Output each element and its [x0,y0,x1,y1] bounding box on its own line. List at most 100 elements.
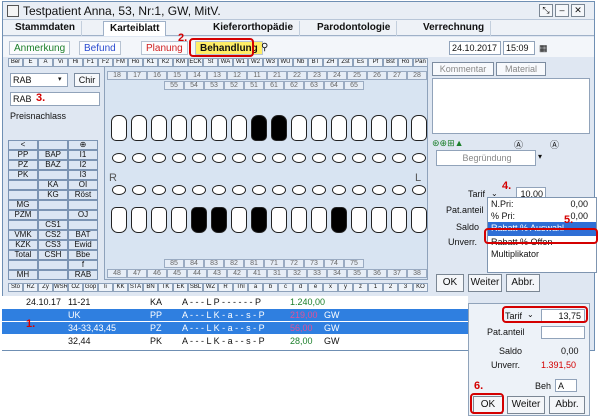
tooth-surface-ring[interactable] [232,153,246,163]
tooth[interactable] [311,115,327,141]
tooth[interactable] [411,115,427,141]
code-button-bottom[interactable]: WSR [53,283,68,292]
tooth-number[interactable]: 35 [347,269,367,278]
tooth-surface-ring[interactable] [412,185,426,195]
code-button-bottom[interactable]: Zy [38,283,53,292]
tooth-number[interactable]: 51 [244,81,264,90]
tooth-number[interactable]: 21 [267,71,287,80]
tooth[interactable] [371,115,387,141]
calendar-icon[interactable]: ▦ [539,43,548,54]
tooth-number[interactable]: 72 [284,259,304,268]
code-button-bottom[interactable]: Gop [83,283,98,292]
date-field[interactable]: 24.10.2017 [449,41,501,55]
code-grid-cell[interactable] [38,260,68,270]
tooth-number[interactable]: 33 [307,269,327,278]
tooth[interactable] [231,115,247,141]
tooth-number[interactable]: 63 [304,81,324,90]
code-button-bottom[interactable]: d [293,283,308,292]
code-grid-cell[interactable]: PZM [8,210,38,220]
tooth-surface-ring[interactable] [172,185,186,195]
tooth[interactable] [171,207,187,233]
code-button-top[interactable]: Ber [8,58,23,67]
tab-karteiblatt[interactable]: Karteiblatt [103,21,167,36]
code-grid-cell[interactable]: ⊕ [68,140,98,150]
tooth-number[interactable]: 26 [367,71,387,80]
tooth-number[interactable]: 17 [127,71,147,80]
tooth[interactable] [231,207,247,233]
kommentar-textarea[interactable] [432,78,590,134]
code-button-bottom[interactable]: x [323,283,338,292]
code-grid-cell[interactable]: RAB [68,270,98,280]
tooth-number[interactable]: 14 [187,71,207,80]
code-grid-cell[interactable] [38,210,68,220]
tooth-number[interactable]: 36 [367,269,387,278]
tooth-number[interactable]: 38 [407,269,427,278]
code-grid-cell[interactable]: CS3 [38,240,68,250]
code-button-bottom[interactable]: b [263,283,278,292]
code-button-bottom[interactable]: e [308,283,323,292]
tooth[interactable] [151,207,167,233]
tooth-surface-ring[interactable] [172,153,186,163]
tab-verrechnung[interactable]: Verrechnung [417,21,492,36]
dropdown-option[interactable]: % Pri: 0,00 [488,210,596,222]
code-grid-cell[interactable] [8,190,38,200]
tooth-surface-ring[interactable] [192,185,206,195]
table-row[interactable]: 34-33,43,45 PZ A - - - L K - a - - s - P 56… [2,322,468,334]
code-button-bottom[interactable]: li [98,283,113,292]
tooth-surface-ring[interactable] [232,185,246,195]
close-icon[interactable]: ✕ [571,4,585,17]
code-grid-cell[interactable]: PZ [8,160,38,170]
tooth-surface-ring[interactable] [412,153,426,163]
code-grid-cell[interactable]: KZK [8,240,38,250]
tooth-number[interactable]: 45 [167,269,187,278]
tooth-surface-ring[interactable] [352,185,366,195]
code-grid-cell[interactable]: PP [8,150,38,160]
tooth-number[interactable]: 11 [247,71,267,80]
tooth-surface-ring[interactable] [112,185,126,195]
tooth[interactable] [171,115,187,141]
tooth-surface-ring[interactable] [392,185,406,195]
tooth[interactable] [291,207,307,233]
tooth-number[interactable]: 16 [147,71,167,80]
tooth[interactable] [131,115,147,141]
code-button-bottom[interactable]: R [218,283,233,292]
tooth-surface-ring[interactable] [272,153,286,163]
code-button-bottom[interactable]: EK [173,283,188,292]
material-button[interactable]: Material [496,62,546,76]
tooth-surface-ring[interactable] [292,185,306,195]
code-grid-cell[interactable]: Ewid [68,240,98,250]
popup-patanteil-field[interactable] [541,326,585,339]
code-button-bottom[interactable]: a [248,283,263,292]
rab-code-field[interactable]: RAB [10,92,100,106]
tooth-surface-ring[interactable] [192,153,206,163]
code-grid-cell[interactable]: CSH [38,250,68,260]
tooth[interactable] [111,115,127,141]
tooth-surface-ring[interactable] [372,153,386,163]
code-grid-cell[interactable]: PK [8,170,38,180]
tooth[interactable] [291,115,307,141]
minimize-icon[interactable]: – [555,4,569,17]
tooth-surface-ring[interactable] [212,185,226,195]
code-grid-cell[interactable]: BAT [68,230,98,240]
subtab-befund[interactable]: Befund [79,41,121,55]
tooth-number[interactable]: 53 [204,81,224,90]
code-grid-cell[interactable] [8,260,38,270]
tooth[interactable] [271,207,287,233]
tooth-number[interactable]: 47 [127,269,147,278]
code-grid-cell[interactable]: f [68,260,98,270]
tooth-number[interactable]: 46 [147,269,167,278]
code-grid-cell[interactable] [8,180,38,190]
tooth-number[interactable]: 54 [184,81,204,90]
code-button-bottom[interactable]: z [353,283,368,292]
ok-button-top[interactable]: OK [436,274,464,292]
kommentar-button[interactable]: Kommentar [432,62,494,76]
tooth-number[interactable]: 37 [387,269,407,278]
table-row[interactable]: 24.10.17 11-21 KA A - - - L P - - - - - - P… [2,296,468,308]
tooth[interactable] [351,115,367,141]
tooth-number[interactable]: 27 [387,71,407,80]
popup-beh-select[interactable]: A [555,379,577,392]
tooth-number[interactable]: 13 [207,71,227,80]
code-grid-cell[interactable] [38,270,68,280]
tooth[interactable] [391,207,407,233]
tooth[interactable] [311,207,327,233]
